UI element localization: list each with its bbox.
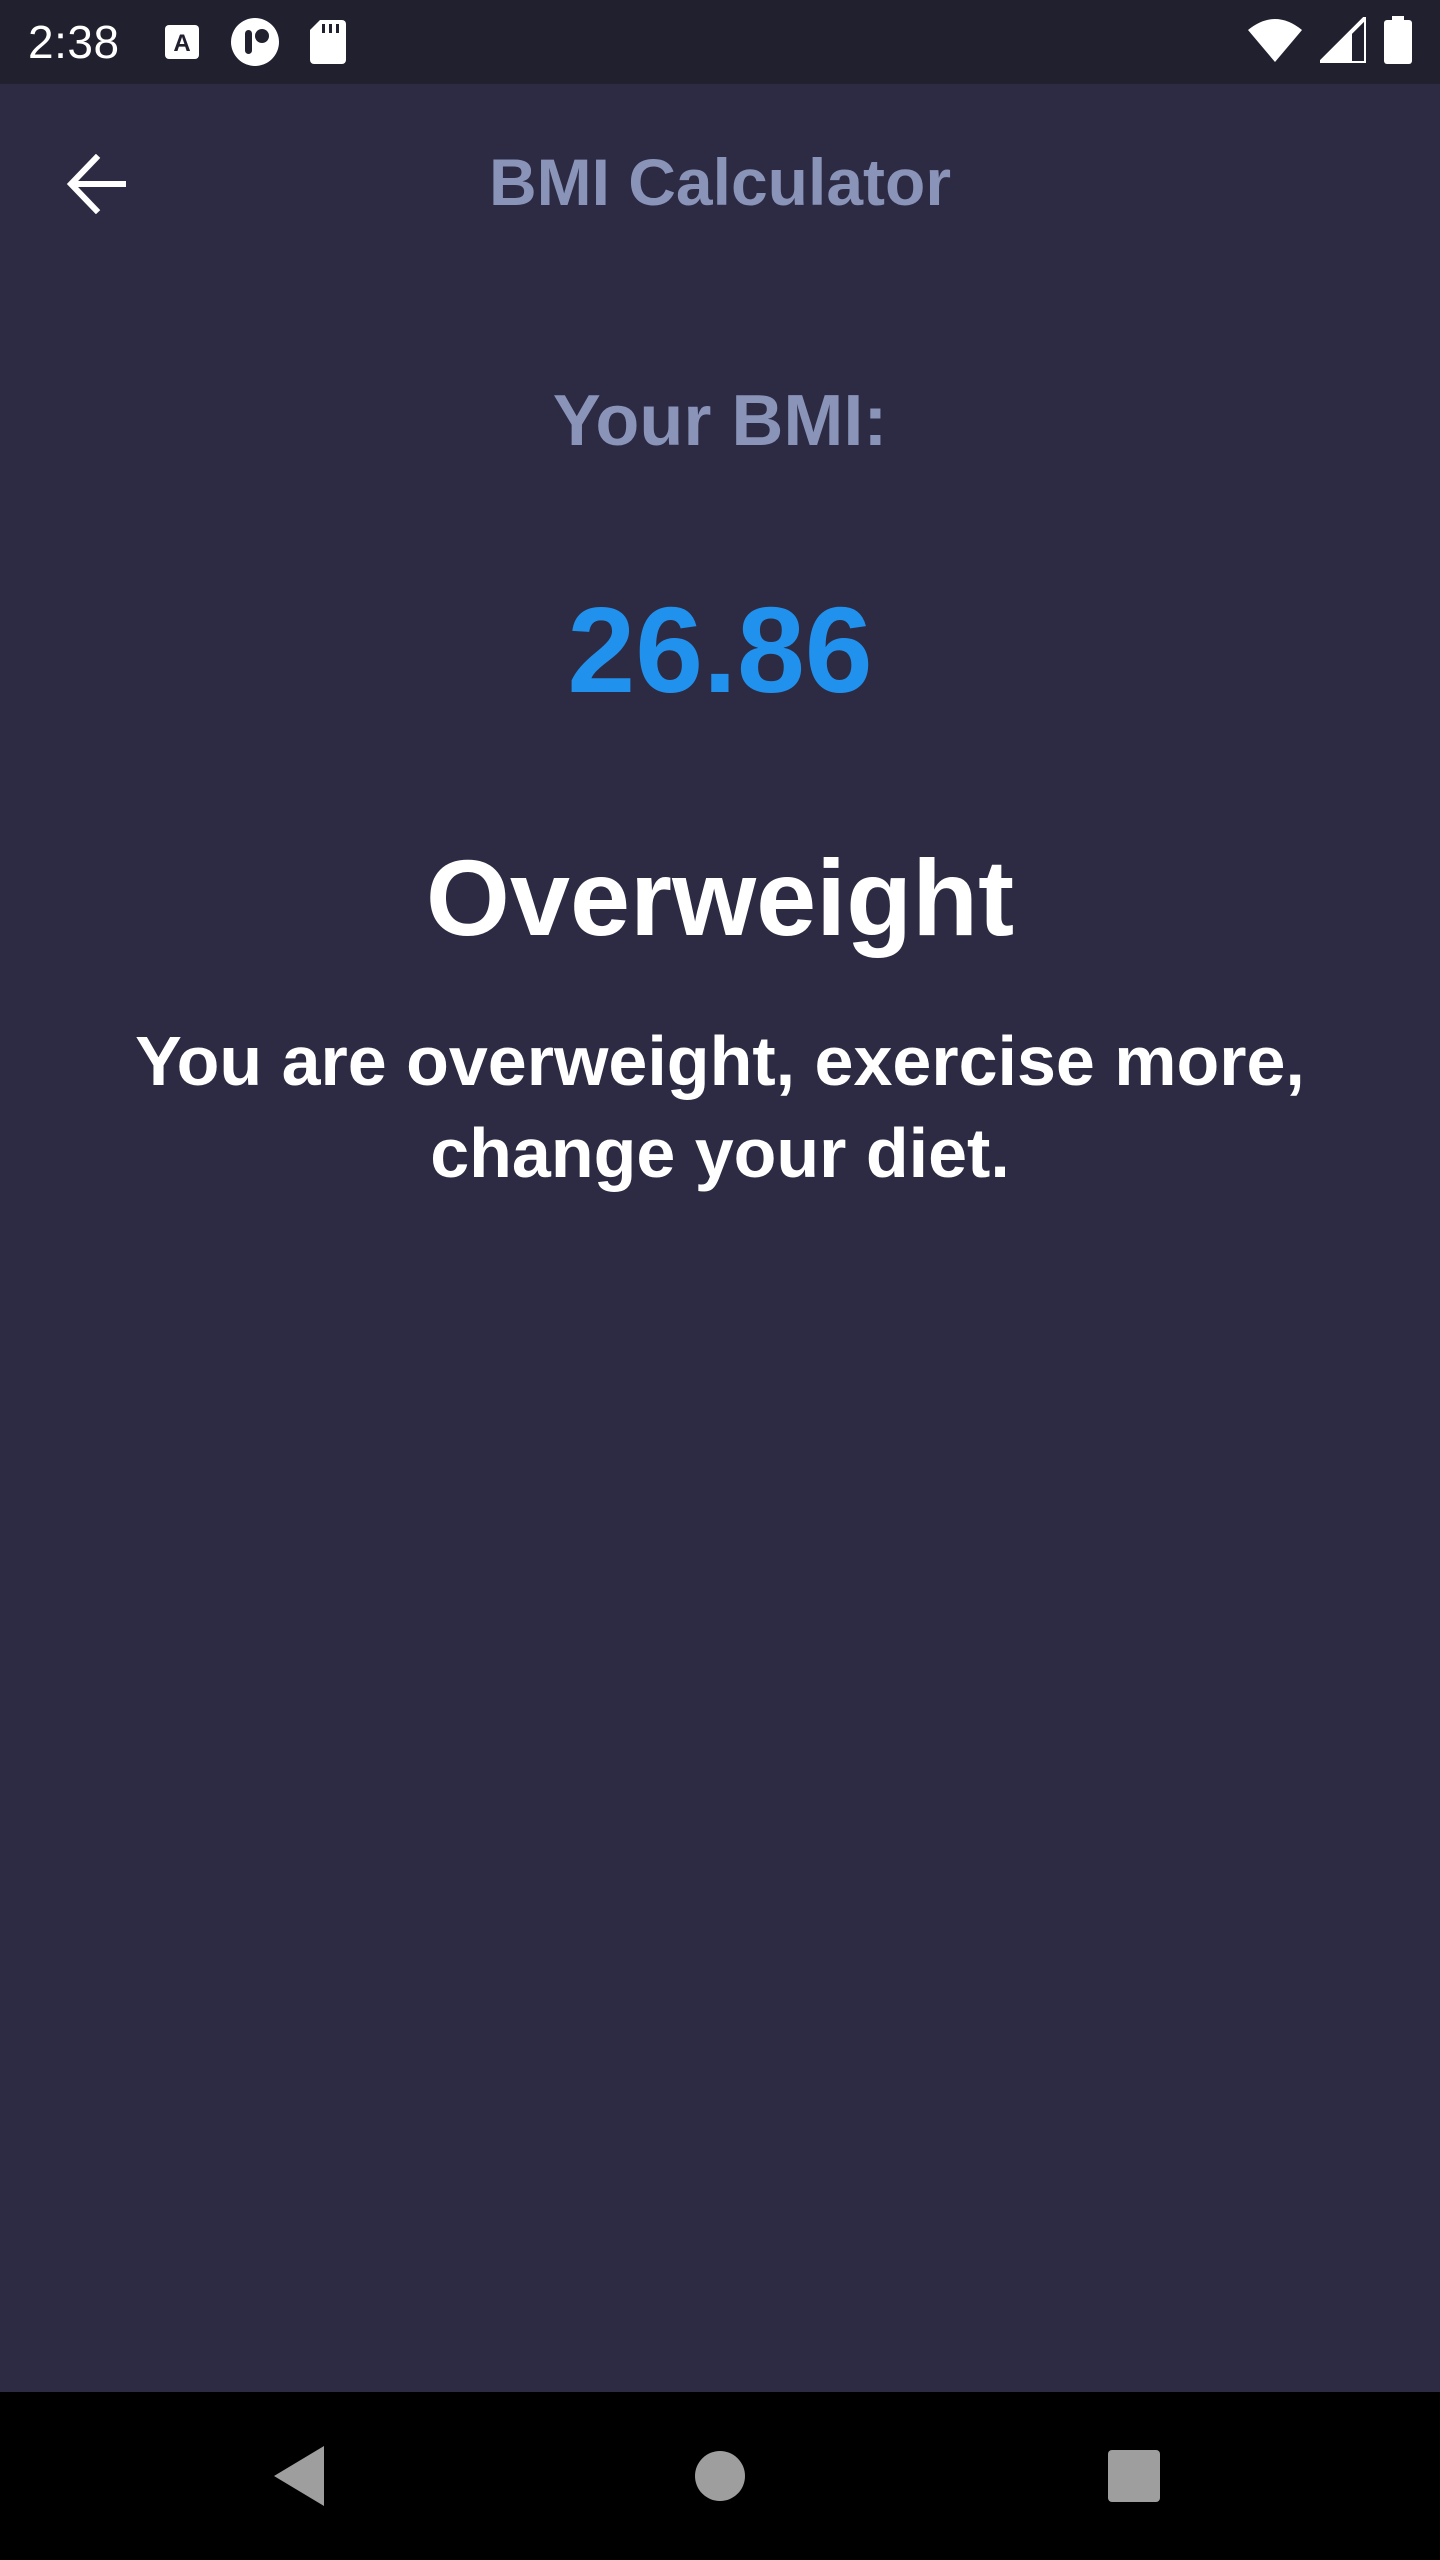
status-right: [1248, 11, 1412, 69]
bmi-category: Overweight: [425, 837, 1015, 958]
bmi-value: 26.86: [567, 582, 873, 718]
bmi-advice: You are overweight, exercise more, chang…: [135, 1022, 1305, 1192]
svg-text:A: A: [173, 30, 190, 57]
home-circle-icon: [695, 2451, 745, 2501]
battery-icon: [1384, 15, 1412, 69]
record-icon: [230, 17, 280, 67]
nav-back-button[interactable]: [246, 2422, 354, 2530]
recents-square-icon: [1108, 2450, 1160, 2502]
app-title: BMI Calculator: [488, 145, 952, 219]
font-a-icon: A: [164, 24, 200, 60]
navigation-bar: [0, 2392, 1440, 2560]
nav-recents-button[interactable]: [1080, 2422, 1188, 2530]
toolbar: BMI Calculator: [0, 84, 1440, 280]
status-bar: 2:38 A: [0, 0, 1440, 84]
status-left: 2:38 A: [28, 15, 376, 69]
bmi-label: Your BMI:: [552, 381, 888, 461]
back-triangle-icon: [274, 2446, 324, 2506]
wifi-icon: [1248, 18, 1302, 67]
sd-card-icon: [309, 20, 346, 64]
nav-home-button[interactable]: [666, 2422, 774, 2530]
status-time: 2:38: [28, 16, 120, 68]
signal-icon: [1315, 11, 1368, 68]
